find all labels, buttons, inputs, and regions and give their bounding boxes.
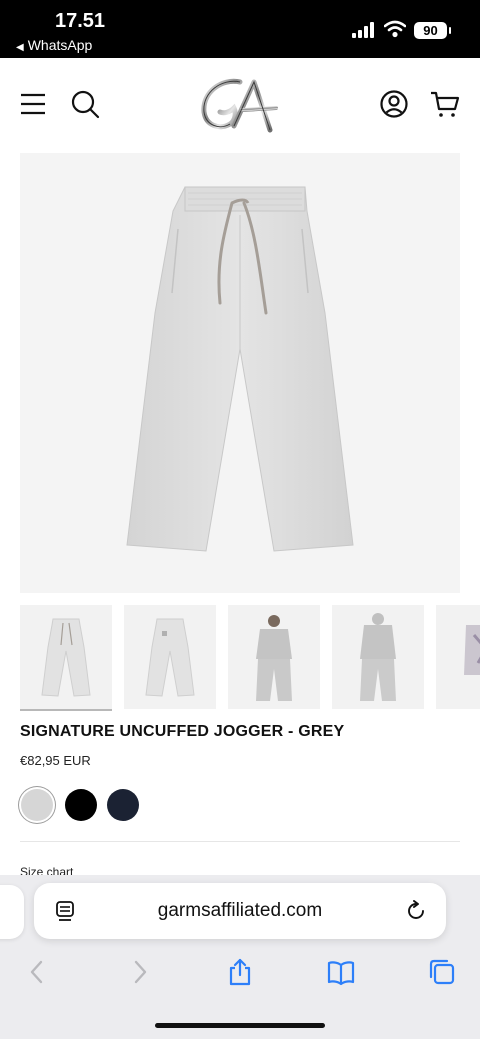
back-triangle-icon: ◀ [16,42,24,53]
back-app-label: WhatsApp [27,37,93,53]
thumbnail-strip[interactable] [20,605,480,711]
thumbnail-model-back[interactable] [332,605,424,709]
color-swatch-grey[interactable] [21,789,53,821]
share-icon[interactable] [225,957,255,987]
thumb-model-front-image [256,615,292,701]
thumbnail-jogger-front[interactable] [20,605,112,711]
forward-chevron-icon[interactable] [125,957,155,987]
product-main-image[interactable] [20,153,460,593]
browser-toolbar: garmsaffiliated.com [0,875,480,1039]
color-swatch-black[interactable] [65,789,97,821]
home-indicator[interactable] [155,1023,325,1028]
thumb-model-side-image [464,625,480,675]
site-header [0,58,480,152]
bookmarks-icon[interactable] [326,957,356,987]
divider [20,841,460,842]
tabs-icon[interactable] [427,957,457,987]
thumb-jogger-front-image [41,618,91,697]
account-icon[interactable] [378,88,410,120]
hamburger-menu-icon[interactable] [17,88,49,120]
status-bar: 17.51 ◀ WhatsApp 90 [0,0,480,58]
thumbnail-jogger-back[interactable] [124,605,216,709]
product-title: SIGNATURE UNCUFFED JOGGER - GREY [20,723,345,740]
color-swatch-navy[interactable] [107,789,139,821]
thumbnail-model-front[interactable] [228,605,320,709]
address-bar[interactable]: garmsaffiliated.com [34,883,446,939]
search-icon[interactable] [69,88,101,120]
back-to-app-link[interactable]: ◀ WhatsApp [16,37,92,53]
status-time: 17.51 [55,10,106,32]
thumb-model-back-image [360,613,396,701]
reload-icon[interactable] [405,900,427,922]
jogger-image [126,186,354,552]
battery-indicator: 90 [414,22,451,39]
ga-logo-icon [201,78,278,133]
back-chevron-icon[interactable] [22,957,52,987]
product-price: €82,95 EUR [20,753,91,768]
thumbnail-model-side[interactable] [436,605,480,709]
previous-tab-preview[interactable] [0,885,24,939]
wifi-icon [384,20,406,38]
url-text: garmsaffiliated.com [157,900,323,921]
thumb-jogger-back-image [145,618,195,697]
cart-icon[interactable] [429,88,461,120]
brand-logo[interactable] [190,68,290,140]
cellular-signal-icon [352,22,374,38]
